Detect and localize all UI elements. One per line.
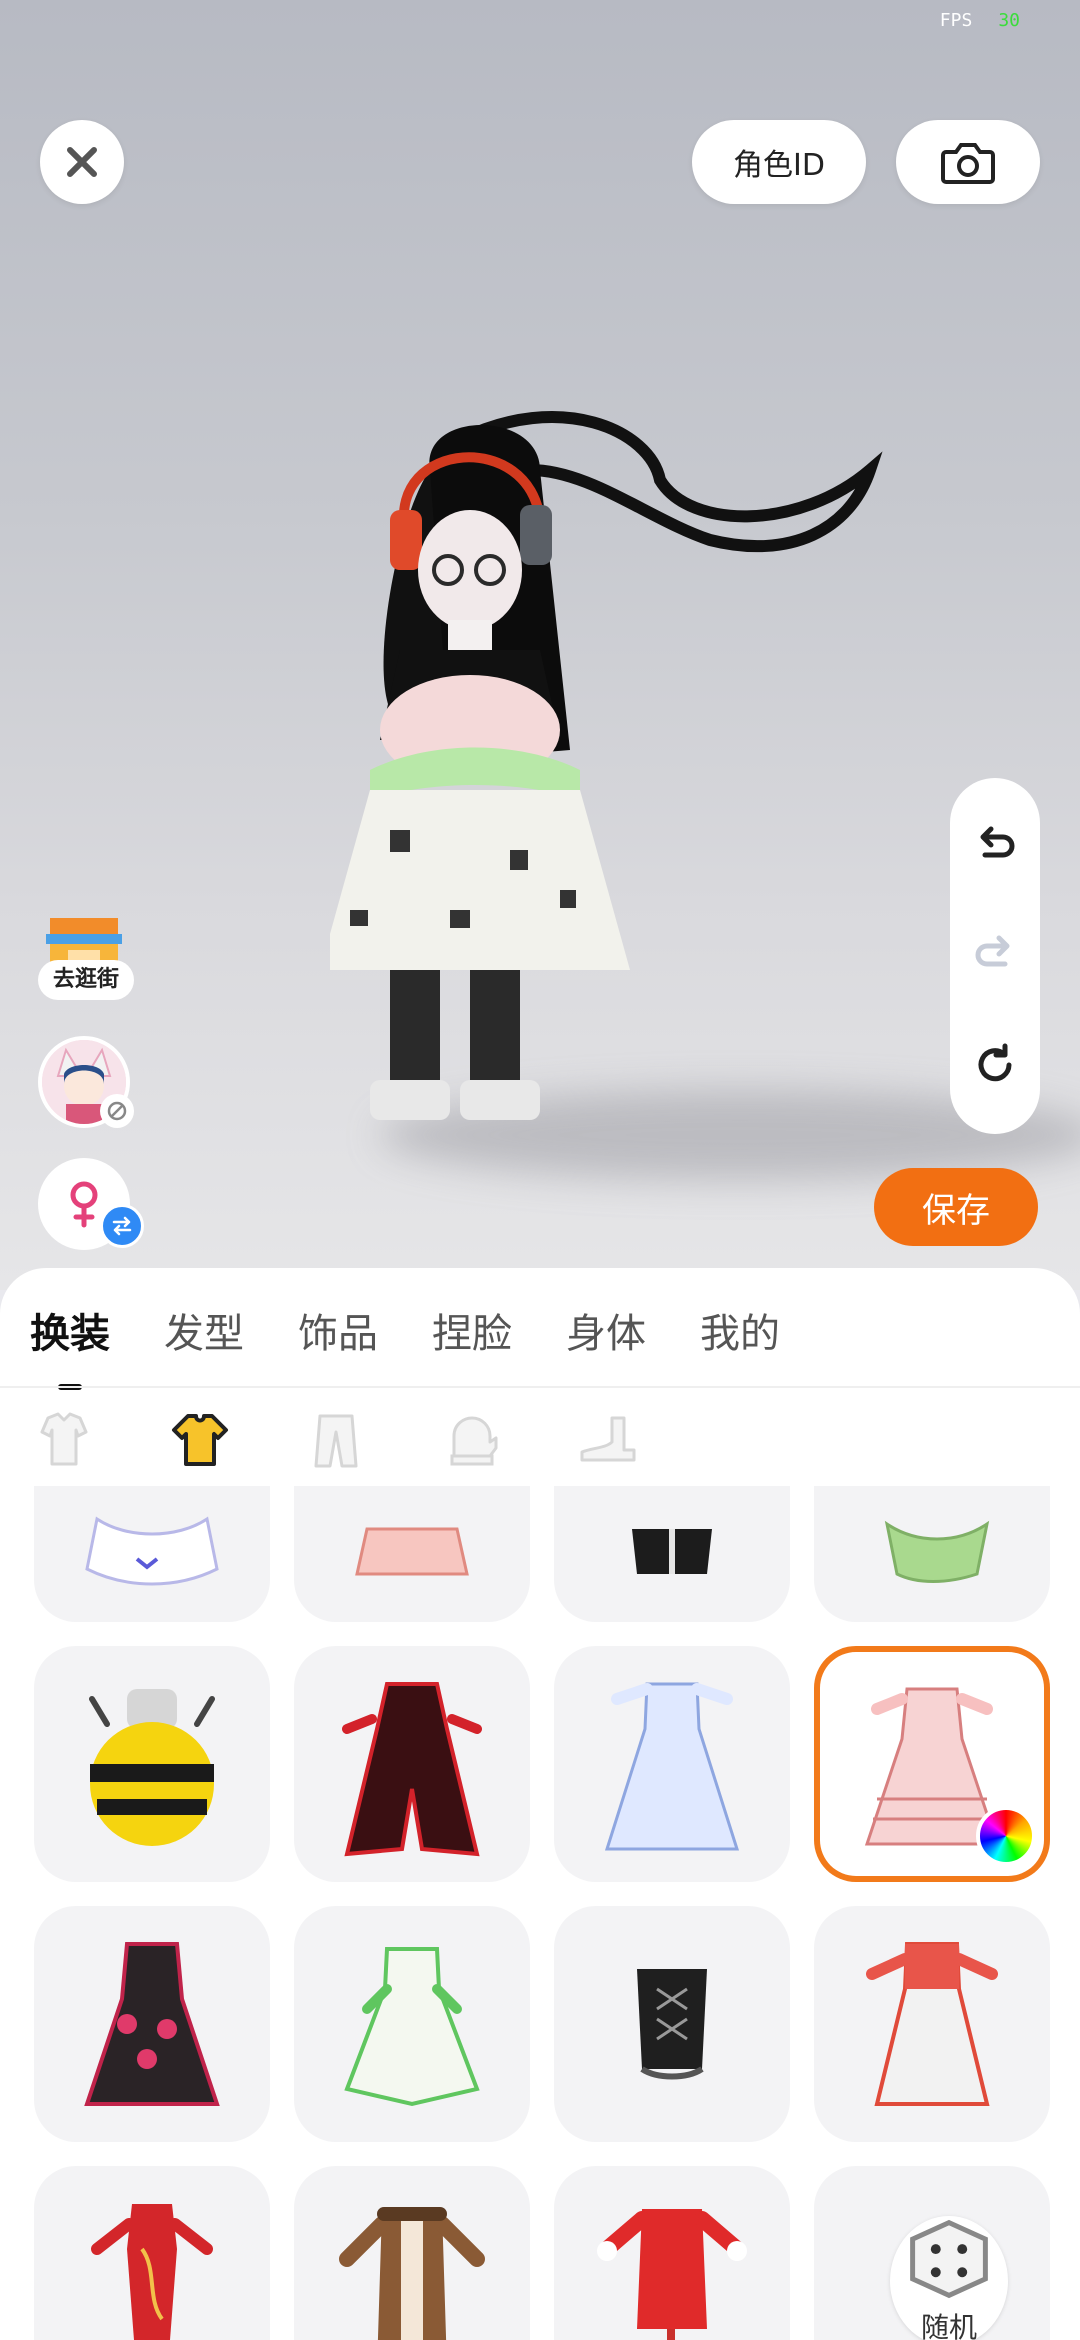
red-qipao-bunny-icon <box>597 2209 747 2340</box>
gender-swap-badge[interactable] <box>100 1204 144 1248</box>
blue-gown-icon <box>604 1682 740 1851</box>
red-black-coat-icon <box>342 1682 482 1857</box>
role-id-button[interactable]: 角色ID <box>692 120 866 204</box>
red-white-dress-icon <box>866 1942 998 2106</box>
avatar-character[interactable] <box>330 410 950 1210</box>
dice-icon <box>910 2219 988 2299</box>
white-lace-dress-icon <box>85 1516 219 1586</box>
close-icon <box>67 147 97 177</box>
tab-face[interactable]: 捏脸 <box>432 1304 512 1364</box>
outfit-item[interactable] <box>34 1646 270 1882</box>
random-outfit-cell[interactable]: 随机 <box>814 2166 1050 2340</box>
tab-hairstyle[interactable]: 发型 <box>164 1304 244 1364</box>
tab-mine[interactable]: 我的 <box>700 1304 780 1364</box>
subcat-gloves[interactable] <box>438 1406 506 1474</box>
outfit-item[interactable] <box>554 1486 790 1622</box>
outfit-item[interactable] <box>34 1486 270 1622</box>
eye-off-icon <box>107 1101 127 1121</box>
outfit-item[interactable] <box>294 2166 530 2340</box>
female-icon <box>70 1181 98 1228</box>
outfit-item[interactable] <box>814 1486 1050 1622</box>
outfit-item[interactable] <box>294 1906 530 2142</box>
outfit-item[interactable] <box>294 1646 530 1882</box>
fps-counter: FPS 30 <box>940 10 1020 31</box>
outfit-grid: 随机 <box>34 1486 1050 2340</box>
wardrobe-sheet: 换装 发型 饰品 捏脸 身体 我的 随机 <box>0 1268 1080 2340</box>
save-button[interactable]: 保存 <box>874 1168 1038 1246</box>
outfit-grid-scroll[interactable]: 随机 <box>0 1486 1080 2340</box>
undo-button[interactable] <box>969 821 1021 873</box>
outfit-item[interactable] <box>814 1906 1050 2142</box>
color-palette-button[interactable] <box>976 1806 1036 1866</box>
green-dress-icon <box>884 1520 990 1583</box>
random-button[interactable]: 随机 <box>890 2216 1008 2340</box>
swap-icon <box>112 1216 132 1236</box>
camera-button[interactable] <box>896 120 1040 204</box>
outfit-item[interactable] <box>34 1906 270 2142</box>
black-corset-icon <box>637 1969 707 2080</box>
bee-costume-icon <box>89 1689 215 1846</box>
tab-accessories[interactable]: 饰品 <box>298 1304 378 1364</box>
subcategory-bar <box>30 1406 710 1486</box>
subcat-pants[interactable] <box>302 1406 370 1474</box>
pink-frill-dress-icon <box>355 1527 469 1576</box>
black-hoodie-icon <box>632 1529 712 1574</box>
black-red-gothic-dress-icon <box>84 1942 220 2106</box>
tab-body[interactable]: 身体 <box>566 1304 646 1364</box>
redo-button[interactable] <box>969 930 1021 982</box>
outfit-item[interactable] <box>554 1646 790 1882</box>
reset-icon <box>978 1043 1012 1082</box>
outfit-item[interactable] <box>554 1906 790 2142</box>
subcat-top[interactable] <box>166 1406 234 1474</box>
tab-divider <box>0 1386 1080 1388</box>
full-outfit-icon <box>40 1412 88 1466</box>
green-fairy-dress-icon <box>344 1947 480 2107</box>
role-id-label: 角色ID <box>733 148 825 183</box>
top-shirt-icon <box>172 1414 228 1466</box>
reset-button[interactable] <box>969 1039 1021 1091</box>
gloves-icon <box>450 1416 498 1466</box>
category-tabs: 换装 发型 饰品 捏脸 身体 我的 <box>30 1304 834 1390</box>
avatar-preview-stage[interactable]: FPS 30 角色ID 去逛街 保存 <box>0 0 1080 1290</box>
shoes-icon <box>580 1416 636 1462</box>
subcat-shoes[interactable] <box>574 1406 642 1474</box>
visibility-off-badge <box>100 1094 134 1128</box>
close-button[interactable] <box>40 120 124 204</box>
fps-value: 30 <box>998 10 1020 31</box>
brown-fur-coat-icon <box>339 2207 485 2340</box>
undo-icon <box>980 826 1015 858</box>
pants-icon <box>314 1414 358 1468</box>
go-shopping-label[interactable]: 去逛街 <box>38 960 134 1000</box>
camera-icon <box>941 143 995 184</box>
tab-outfit[interactable]: 换装 <box>30 1304 110 1390</box>
fps-label: FPS <box>939 10 973 31</box>
outfit-item-selected[interactable] <box>814 1646 1050 1882</box>
subcat-full-outfit[interactable] <box>30 1406 98 1474</box>
history-panel <box>950 778 1040 1134</box>
outfit-item[interactable] <box>554 2166 790 2340</box>
outfit-item[interactable] <box>294 1486 530 1622</box>
outfit-item[interactable] <box>34 2166 270 2340</box>
redo-icon <box>975 935 1010 967</box>
random-label: 随机 <box>920 2311 977 2340</box>
red-qipao-icon <box>91 2204 213 2340</box>
